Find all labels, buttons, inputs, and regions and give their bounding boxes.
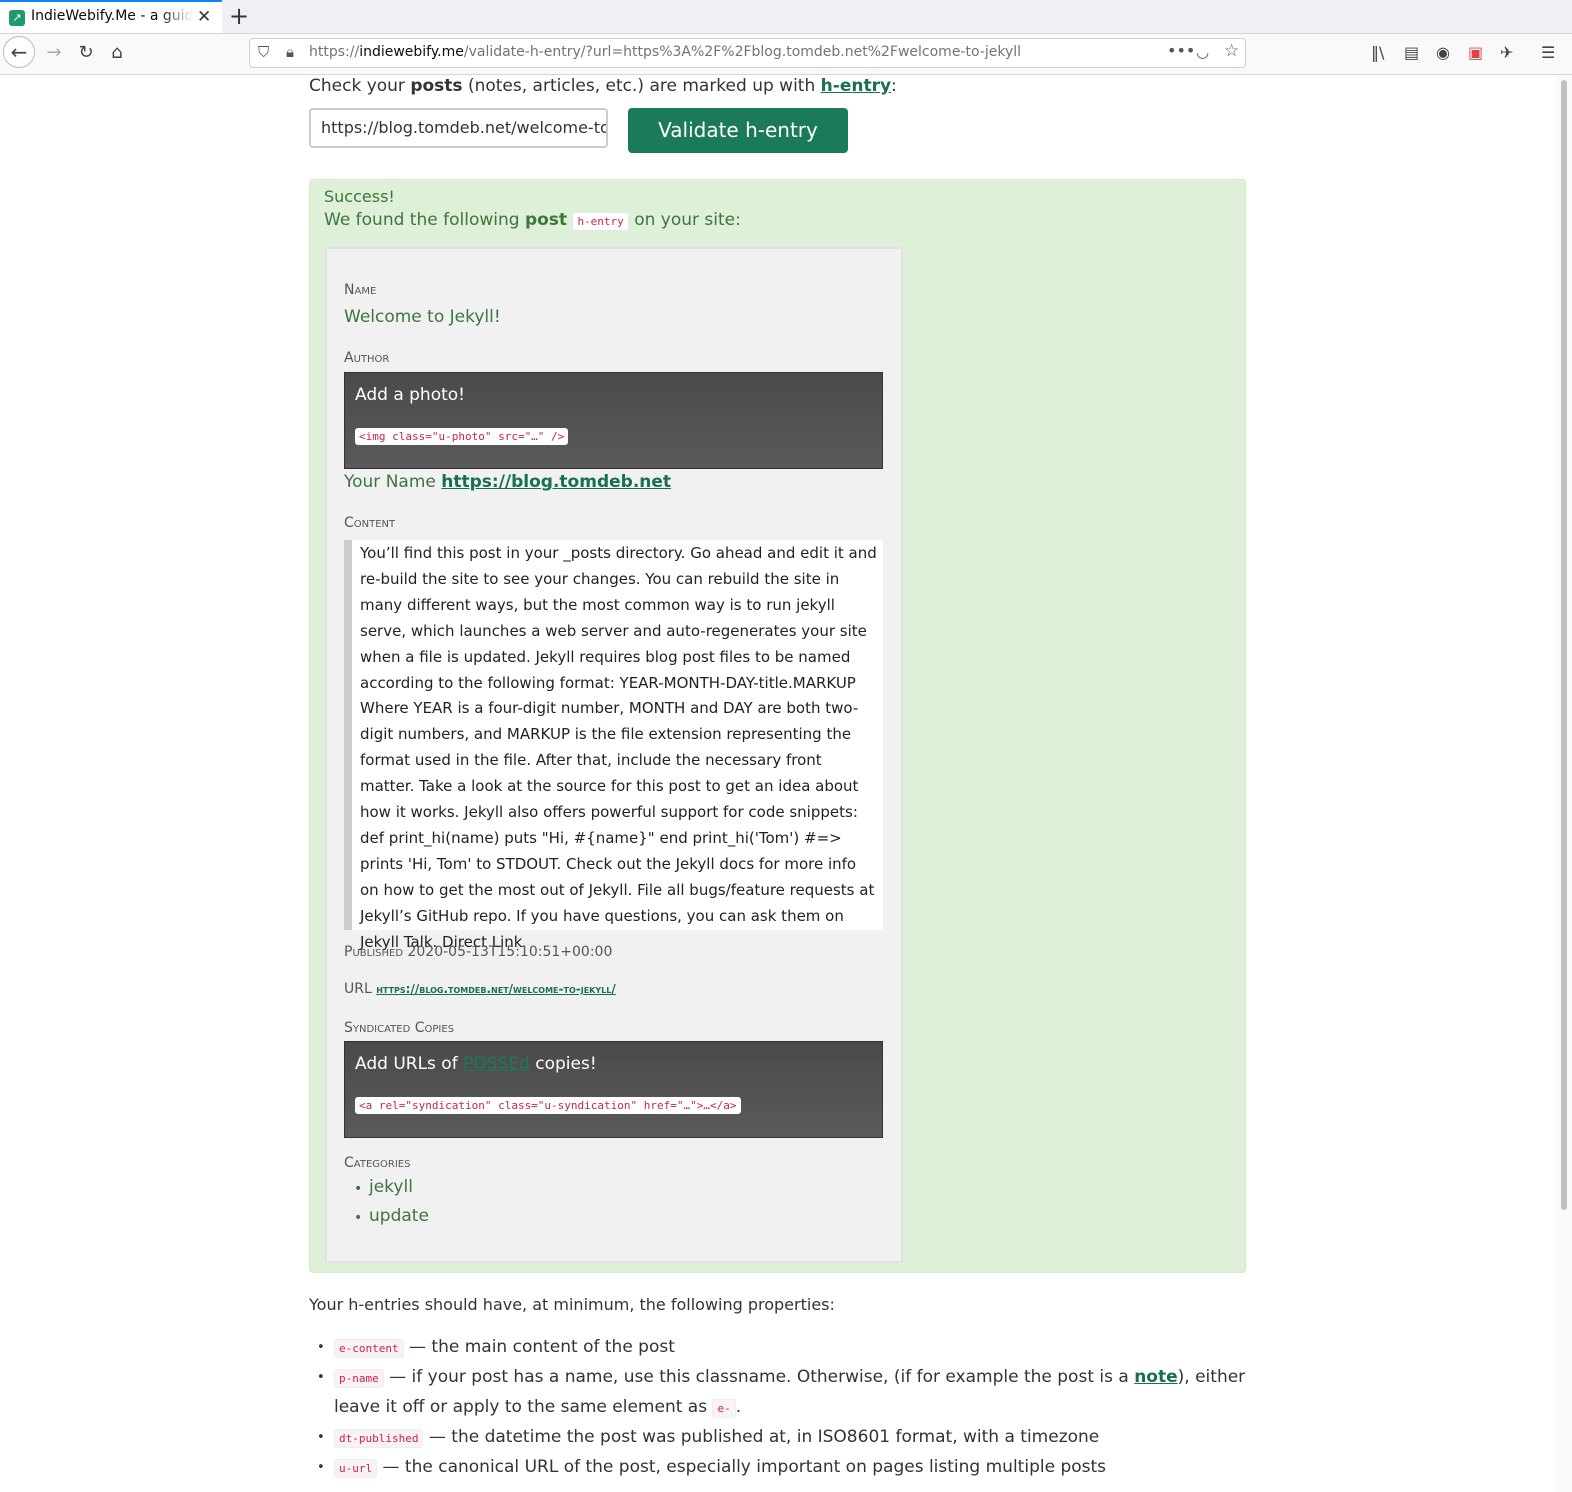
post-url-link[interactable]: https://blog.tomdeb.net/welcome-to-jekyl…	[376, 982, 616, 996]
add-photo-title: Add a photo!	[355, 385, 465, 405]
category-item: update	[344, 1206, 429, 1235]
name-label: Name	[344, 282, 377, 298]
scrollbar-thumb[interactable]	[1561, 80, 1567, 1210]
extension-icon[interactable]: ▣	[1468, 43, 1483, 62]
property-item: u-url — the canonical URL of the post, e…	[317, 1453, 1254, 1483]
address-bar[interactable]: ⛉ 🔒︎ https://indiewebify.me/validate-h-e…	[249, 38, 1246, 68]
active-tab[interactable]: ↗ IndieWebify.Me - a guide to getting yo…	[0, 0, 222, 33]
note-link[interactable]: note	[1134, 1367, 1177, 1387]
new-tab-icon[interactable]: +	[229, 2, 249, 30]
success-message: We found the following post h-entry on y…	[324, 210, 741, 231]
possed-link[interactable]: POSSEd	[463, 1054, 530, 1074]
syndicated-label: Syndicated Copies	[344, 1020, 455, 1036]
url-input[interactable]: https://blog.tomdeb.net/welcome-to-jekyl…	[309, 108, 608, 148]
author-label: Author	[344, 350, 390, 366]
property-item: p-name — if your post has a name, use th…	[317, 1363, 1254, 1423]
category-item: jekyll	[344, 1177, 429, 1206]
star-icon[interactable]: ☆	[1224, 41, 1239, 61]
extension2-icon[interactable]: ✈	[1500, 43, 1513, 62]
form-lead: Check your posts (notes, articles, etc.)…	[309, 76, 897, 96]
account-icon[interactable]: ◉	[1436, 43, 1450, 62]
h-entry-link[interactable]: h-entry	[821, 76, 891, 96]
published-row: Published 2020-05-13T15:10:51+00:00	[344, 944, 613, 960]
published-value: 2020-05-13T15:10:51+00:00	[407, 944, 613, 960]
tab-strip: ↗ IndieWebify.Me - a guide to getting yo…	[0, 0, 1572, 34]
shield-icon[interactable]: ⛉	[258, 43, 269, 61]
url-text[interactable]: https://indiewebify.me/validate-h-entry/…	[309, 44, 1021, 60]
syndication-title: Add URLs of POSSEd copies!	[355, 1054, 597, 1074]
name-value: Welcome to Jekyll!	[344, 307, 501, 327]
syndication-prompt: Add URLs of POSSEd copies! <a rel="syndi…	[344, 1041, 883, 1138]
close-tab-icon[interactable]: ✕	[197, 7, 211, 27]
categories-label: Categories	[344, 1155, 411, 1171]
more-icon[interactable]: •••	[1167, 41, 1195, 60]
categories-list: jekyll update	[344, 1177, 429, 1235]
site-favicon-icon: ↗	[9, 10, 25, 26]
property-item: e-content — the main content of the post	[317, 1333, 1254, 1363]
property-item: dt-published — the datetime the post was…	[317, 1423, 1254, 1453]
home-icon[interactable]: ⌂	[105, 34, 129, 72]
sidebar-icon[interactable]: ▤	[1404, 43, 1419, 62]
content-box: You’ll find this post in your _posts dir…	[344, 540, 883, 951]
photo-code-snippet: <img class="u-photo" src="…" />	[355, 428, 569, 445]
add-photo-prompt: Add a photo! <img class="u-photo" src="……	[344, 372, 883, 469]
success-title: Success!	[324, 187, 395, 206]
reload-icon[interactable]: ↻	[74, 34, 98, 72]
content-text: You’ll find this post in your _posts dir…	[360, 544, 877, 951]
back-icon[interactable]: ←	[3, 36, 35, 68]
properties-list: e-content — the main content of the post…	[317, 1333, 1254, 1483]
url-row: URL https://blog.tomdeb.net/welcome-to-j…	[344, 981, 616, 997]
navigation-toolbar: ← → ↻ ⌂ ⛉ 🔒︎ https://indiewebify.me/vali…	[0, 34, 1572, 75]
tab-title: IndieWebify.Me - a guide to getting you …	[31, 8, 193, 24]
success-panel: Success! We found the following post h-e…	[309, 179, 1246, 1273]
author-name: Your Name https://blog.tomdeb.net	[344, 472, 672, 492]
validate-button[interactable]: Validate h-entry	[628, 108, 848, 153]
forward-icon[interactable]: →	[42, 34, 66, 72]
content-label: Content	[344, 515, 396, 531]
author-url-link[interactable]: https://blog.tomdeb.net	[441, 472, 671, 492]
lock-icon[interactable]: 🔒︎	[286, 43, 294, 61]
properties-intro: Your h-entries should have, at minimum, …	[309, 1295, 835, 1314]
syndication-code-snippet: <a rel="syndication" class="u-syndicatio…	[355, 1097, 741, 1114]
h-entry-card: Name Welcome to Jekyll! Author Add a pho…	[325, 247, 903, 1263]
library-icon[interactable]: ‖\	[1371, 43, 1384, 62]
pocket-icon[interactable]: ◡	[1196, 43, 1209, 61]
menu-icon[interactable]: ☰	[1541, 43, 1555, 62]
page-content: Check your posts (notes, articles, etc.)…	[0, 75, 1556, 1492]
